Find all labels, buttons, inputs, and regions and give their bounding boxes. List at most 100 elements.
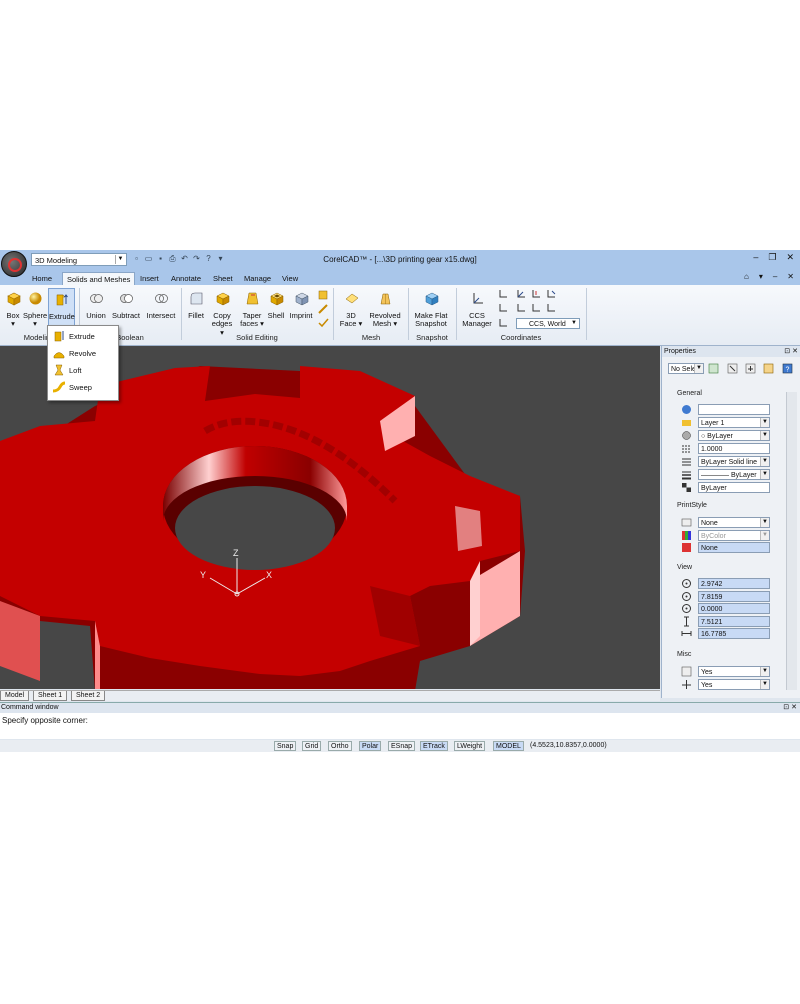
restore-icon[interactable]: ❐ — [768, 252, 776, 263]
3d-face-button[interactable]: 3D Face ▾ — [338, 291, 364, 329]
printstyle-space-field[interactable]: None — [698, 542, 770, 553]
subtract-button[interactable]: Subtract — [110, 291, 142, 320]
center-z-field[interactable]: 0.0000 — [698, 603, 770, 614]
ccs-manager-button[interactable]: CCS Manager — [461, 291, 493, 329]
minimize-icon[interactable]: – — [773, 272, 777, 281]
minimize-icon[interactable]: – — [753, 252, 758, 263]
chevron-down-icon: ▼ — [760, 680, 769, 689]
tab-sheet[interactable]: Sheet — [209, 272, 237, 285]
toggle-pickadd-icon[interactable] — [745, 363, 756, 374]
chevron-down-icon: ▼ — [760, 518, 769, 527]
ccs-z-icon[interactable] — [546, 289, 557, 299]
ccs-view-icon[interactable] — [498, 303, 509, 313]
app-logo-icon[interactable] — [1, 251, 27, 277]
ccs-select[interactable]: CCS, World ▼ — [516, 318, 580, 329]
copy-edges-button[interactable]: Copy edges ▾ — [209, 291, 235, 337]
box-button[interactable]: Box ▾ — [3, 291, 23, 329]
sphere-button[interactable]: Sphere ▾ — [23, 291, 47, 329]
printstyle-field[interactable]: None ▼ — [698, 517, 770, 528]
view-height-field[interactable]: 7.5121 — [698, 616, 770, 627]
center-x-field[interactable]: 2.9742 — [698, 578, 770, 589]
esnap-toggle[interactable]: ESnap — [388, 741, 416, 751]
revolved-mesh-button[interactable]: Revolved Mesh ▾ — [366, 291, 404, 329]
misc-field-1[interactable]: Yes ▼ — [698, 666, 770, 677]
ccs-y-icon[interactable] — [531, 289, 542, 299]
tab-sheet-2[interactable]: Sheet 2 — [71, 691, 106, 701]
collapse-ribbon-icon[interactable]: ⌂ — [744, 272, 749, 281]
menu-item-revolve[interactable]: Revolve — [50, 345, 116, 362]
select-objects-icon[interactable] — [708, 363, 719, 374]
shell-icon — [269, 292, 284, 306]
polar-toggle[interactable]: Polar — [359, 741, 382, 751]
properties-scrollbar[interactable] — [786, 392, 797, 690]
color-field[interactable] — [698, 404, 770, 415]
model-toggle[interactable]: MODEL — [493, 741, 524, 751]
close-icon[interactable]: ✕ — [792, 348, 798, 355]
center-y-field[interactable]: 7.8159 — [698, 591, 770, 602]
transparency-icon — [682, 483, 691, 492]
lineweight-value: ———— ByLayer — [701, 472, 757, 479]
etrack-toggle[interactable]: ETrack — [420, 741, 448, 751]
menu-item-extrude[interactable]: Extrude — [50, 328, 116, 345]
make-flat-snapshot-button[interactable]: Make Flat Snapshot — [412, 291, 450, 329]
linescale-field[interactable]: 1.0000 — [698, 443, 770, 454]
ortho-toggle[interactable]: Ortho — [328, 741, 352, 751]
layer-icon — [682, 420, 691, 426]
grid-toggle[interactable]: Grid — [302, 741, 322, 751]
tab-sheet-1[interactable]: Sheet 1 — [33, 691, 68, 701]
intersect-button[interactable]: Intersect — [145, 291, 177, 320]
quick-select-icon[interactable] — [727, 363, 738, 374]
ccs-x-icon[interactable] — [516, 289, 527, 299]
selection-select[interactable]: No Sele ▼ — [668, 363, 704, 374]
tab-view[interactable]: View — [278, 272, 302, 285]
command-line[interactable]: Specify opposite corner: — [2, 716, 88, 725]
ccs-face-icon[interactable] — [516, 303, 527, 313]
tab-manage[interactable]: Manage — [240, 272, 275, 285]
tab-solids-and-meshes[interactable]: Solids and Meshes — [62, 272, 136, 286]
fillet-button[interactable]: Fillet — [185, 291, 207, 320]
solid-editing-group-label: Solid Editing — [236, 333, 278, 342]
ccs-entity-icon[interactable] — [531, 303, 542, 313]
misc-field-2[interactable]: Yes ▼ — [698, 679, 770, 690]
close-icon[interactable]: ✕ — [787, 272, 794, 281]
extrude-button[interactable]: Extrude — [48, 288, 75, 328]
tab-model[interactable]: Model — [0, 691, 30, 701]
imprint-button[interactable]: Imprint — [288, 291, 314, 320]
revolve-icon — [53, 352, 65, 359]
linestyle-field[interactable]: ByLayer Solid line ▼ — [698, 456, 770, 467]
ccs-previous-icon[interactable] — [546, 303, 557, 313]
close-icon[interactable]: ✕ — [786, 252, 794, 263]
layer-field[interactable]: Layer 1 ▼ — [698, 417, 770, 428]
chevron-down-icon: ▼ — [571, 320, 577, 326]
check-icon[interactable] — [318, 318, 329, 328]
ccs-origin-icon[interactable] — [498, 289, 509, 299]
printstyle-value: None — [701, 520, 718, 527]
imprint-label: Imprint — [289, 310, 313, 320]
shell-label: Shell — [267, 310, 285, 320]
snap-toggle[interactable]: Snap — [274, 741, 297, 751]
tab-home[interactable]: Home — [28, 272, 56, 285]
menu-item-loft[interactable]: Loft — [50, 362, 116, 379]
taper-faces-button[interactable]: Taper faces ▾ — [239, 291, 265, 329]
tab-insert[interactable]: Insert — [136, 272, 163, 285]
lock-icon[interactable] — [763, 363, 774, 374]
union-button[interactable]: Union — [84, 291, 108, 320]
lineweight-field[interactable]: ———— ByLayer ▼ — [698, 469, 770, 480]
pin-icon[interactable]: ⊡ — [783, 704, 789, 711]
tab-annotate[interactable]: Annotate — [167, 272, 205, 285]
linescale-icon — [682, 445, 691, 453]
printstyle-table-field[interactable]: ByColor ▼ — [698, 530, 770, 541]
linecolor-field[interactable]: ○ ByLayer ▼ — [698, 430, 770, 441]
chevron-down-icon[interactable]: ▾ — [759, 272, 763, 281]
clean-icon[interactable] — [318, 304, 329, 314]
close-icon[interactable]: ✕ — [791, 704, 797, 711]
ccs-world-icon[interactable] — [498, 318, 509, 328]
transparency-field[interactable]: ByLayer — [698, 482, 770, 493]
separate-icon[interactable] — [318, 290, 329, 300]
view-width-field[interactable]: 16.7785 — [698, 628, 770, 639]
lweight-toggle[interactable]: LWeight — [454, 741, 486, 751]
pin-icon[interactable]: ⊡ — [784, 348, 790, 355]
shell-button[interactable]: Shell — [266, 291, 286, 320]
help-icon[interactable]: ? — [782, 363, 793, 374]
menu-item-sweep[interactable]: Sweep — [50, 379, 116, 396]
